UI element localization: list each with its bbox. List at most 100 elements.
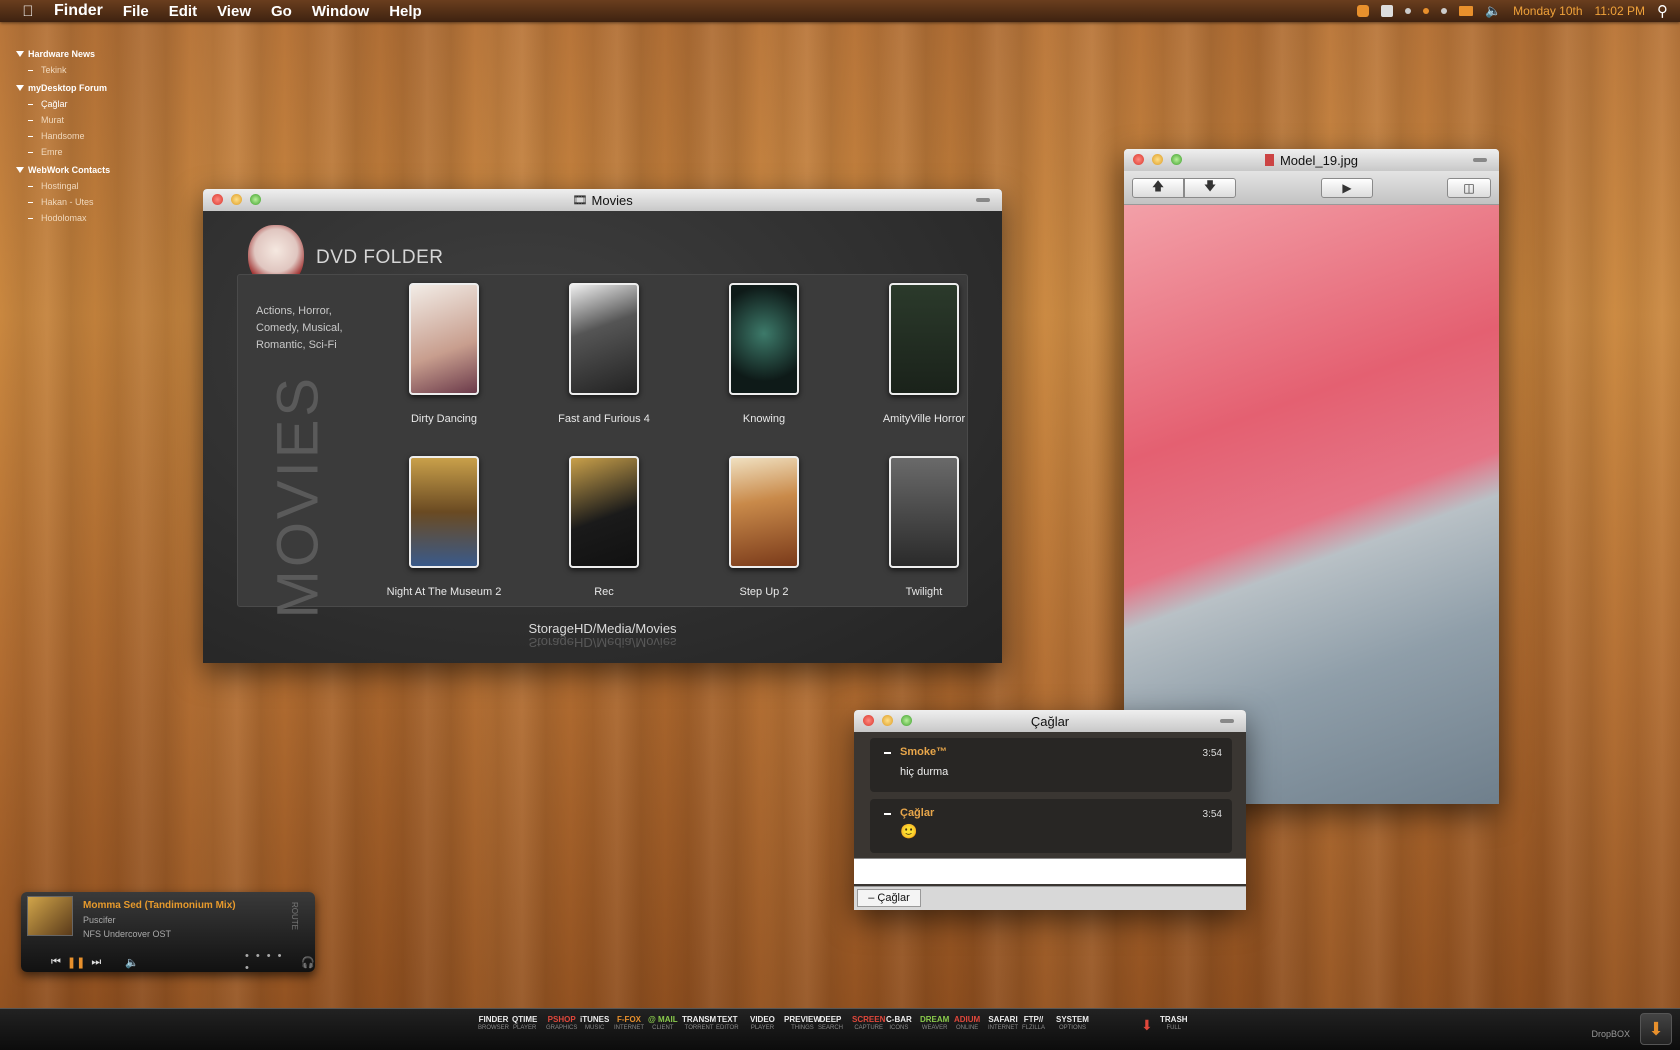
menu-edit[interactable]: Edit	[169, 3, 197, 20]
disclosure-triangle-icon[interactable]	[16, 167, 24, 173]
collapse-icon[interactable]	[884, 752, 891, 754]
menu-file[interactable]: File	[123, 3, 149, 20]
dock-item[interactable]: F-FOX INTERNET	[614, 1015, 644, 1033]
menu-view[interactable]: View	[217, 3, 251, 20]
movie-cover[interactable]	[409, 456, 479, 568]
toolbar-toggle-button[interactable]	[1473, 158, 1487, 162]
dock-item[interactable]: VIDEO PLAYER	[750, 1015, 775, 1033]
movie-item[interactable]: Dirty Dancing	[369, 283, 519, 425]
movie-cover[interactable]	[569, 283, 639, 395]
dock-item[interactable]: QTIME PLAYER	[512, 1015, 537, 1033]
disclosure-triangle-icon[interactable]	[16, 51, 24, 57]
minimize-button[interactable]	[882, 715, 893, 726]
fast-forward-icon[interactable]: ⏭	[91, 956, 101, 969]
close-button[interactable]	[863, 715, 874, 726]
dock-item[interactable]: PREVIEW THINGS	[784, 1015, 821, 1033]
minimize-button[interactable]	[231, 194, 242, 205]
apple-icon[interactable]: 	[20, 3, 36, 20]
dock-item[interactable]: SCREEN CAPTURE	[852, 1015, 885, 1033]
zoom-button[interactable]	[1171, 154, 1182, 165]
message-input[interactable]	[854, 858, 1246, 884]
dock-item[interactable]: SAFARI INTERNET	[988, 1015, 1018, 1033]
movie-cover[interactable]	[889, 283, 959, 395]
toolbar-toggle-button[interactable]	[976, 198, 990, 202]
dock-item[interactable]: @ MAIL CLIENT	[648, 1015, 678, 1033]
previous-button[interactable]: 🡅	[1132, 177, 1184, 198]
disclosure-triangle-icon[interactable]	[16, 85, 24, 91]
zoom-button[interactable]	[901, 715, 912, 726]
status-dot-icon[interactable]	[1404, 8, 1411, 14]
display-icon[interactable]	[1458, 6, 1473, 16]
tree-item[interactable]: Tekink	[16, 62, 110, 78]
movie-cover[interactable]	[569, 456, 639, 568]
dock-item[interactable]: TEXT EDITOR	[716, 1015, 739, 1033]
movie-item[interactable]: Rec	[529, 456, 679, 598]
dropbox-button[interactable]: ⬇	[1640, 1013, 1672, 1045]
window-titlebar[interactable]: Model_19.jpg	[1124, 149, 1499, 171]
dock-item[interactable]: PSHOP GRAPHICS	[546, 1015, 577, 1033]
next-button[interactable]: 🡇	[1184, 177, 1236, 198]
movie-item[interactable]: Fast and Furious 4	[529, 283, 679, 425]
window-titlebar[interactable]: 🎞 Movies	[203, 189, 1002, 211]
dock-item[interactable]: TRASH FULL	[1160, 1015, 1188, 1033]
tree-group-hardware-news[interactable]: Hardware News	[16, 46, 110, 62]
menu-go[interactable]: Go	[271, 3, 292, 20]
movie-item[interactable]: Night At The Museum 2	[369, 456, 519, 598]
dock-item[interactable]: DEEP SEARCH	[818, 1015, 843, 1033]
movie-cover[interactable]	[729, 456, 799, 568]
dock-item-sublabel: ICONS	[889, 1025, 909, 1031]
toolbar-toggle-button[interactable]	[1220, 719, 1234, 723]
clock-day[interactable]: Monday 10th	[1513, 4, 1582, 18]
movie-item[interactable]: AmityVille Horror	[849, 283, 999, 425]
dock-item[interactable]: SYSTEM OPTIONS	[1056, 1015, 1089, 1033]
dock-item[interactable]: FTP//FLZILLA	[1022, 1015, 1045, 1033]
message-time: 3:54	[1202, 748, 1222, 759]
volume-icon[interactable]: 🔈	[125, 956, 139, 969]
tree-item[interactable]: Hakan - Utes	[16, 194, 110, 210]
menu-help[interactable]: Help	[389, 3, 422, 20]
status-menu-icon[interactable]	[1356, 5, 1369, 17]
dock-item[interactable]: C-BAR ICONS	[886, 1015, 912, 1033]
dock-item[interactable]: TRANSM TORRENT	[682, 1015, 716, 1033]
movie-cover[interactable]	[729, 283, 799, 395]
spotlight-search-icon[interactable]: ⚲	[1657, 2, 1668, 20]
dock-item-sublabel: TORRENT	[684, 1025, 714, 1031]
tree-item[interactable]: Handsome	[16, 128, 110, 144]
pause-icon[interactable]: ❚❚	[67, 956, 85, 969]
butterfly-icon[interactable]	[1380, 5, 1393, 17]
movie-item[interactable]: Knowing	[689, 283, 839, 425]
tree-item[interactable]: Murat	[16, 112, 110, 128]
dock-item[interactable]: iTUNES MUSIC	[580, 1015, 609, 1033]
headphones-icon[interactable]: 🎧	[301, 956, 315, 969]
menu-finder[interactable]: Finder	[54, 2, 103, 20]
status-dot-icon[interactable]	[1422, 8, 1429, 14]
sidebar-toggle-button[interactable]: ◫	[1447, 177, 1491, 198]
tree-item[interactable]: Hodolomax	[16, 210, 110, 226]
tree-item[interactable]: Emre	[16, 144, 110, 160]
slideshow-button[interactable]: ▶	[1321, 177, 1373, 198]
movie-cover[interactable]	[889, 456, 959, 568]
tree-item[interactable]: Çağlar	[16, 96, 110, 112]
movie-item[interactable]: Step Up 2	[689, 456, 839, 598]
tree-group-mydesktop-forum[interactable]: myDesktop Forum	[16, 80, 110, 96]
volume-slider[interactable]: • • • • •	[245, 950, 287, 974]
chat-tab[interactable]: – Çağlar	[857, 889, 921, 907]
window-titlebar[interactable]: Çağlar	[854, 710, 1246, 732]
clock-time[interactable]: 11:02 PM	[1595, 4, 1645, 18]
movie-item[interactable]: Twilight	[849, 456, 999, 598]
rewind-icon[interactable]: ⏮	[51, 956, 61, 969]
close-button[interactable]	[1133, 154, 1144, 165]
tree-group-webwork-contacts[interactable]: WebWork Contacts	[16, 162, 110, 178]
collapse-icon[interactable]	[884, 813, 891, 815]
zoom-button[interactable]	[250, 194, 261, 205]
minimize-button[interactable]	[1152, 154, 1163, 165]
dock-item[interactable]: DREAM WEAVER	[920, 1015, 949, 1033]
dock-item[interactable]: FINDER BROWSER	[478, 1015, 509, 1033]
volume-icon[interactable]: 🔈	[1485, 3, 1501, 19]
status-dot-icon[interactable]	[1440, 8, 1447, 14]
dock-item[interactable]: ADIUM ONLINE	[954, 1015, 980, 1033]
close-button[interactable]	[212, 194, 223, 205]
tree-item[interactable]: Hostingal	[16, 178, 110, 194]
menu-window[interactable]: Window	[312, 3, 369, 20]
movie-cover[interactable]	[409, 283, 479, 395]
